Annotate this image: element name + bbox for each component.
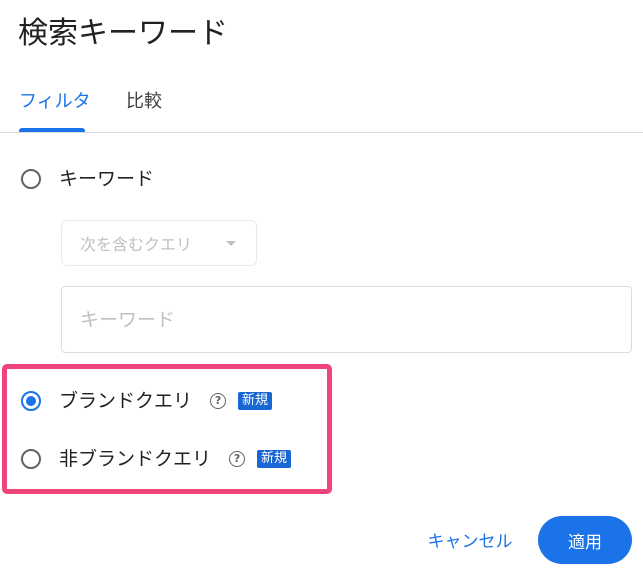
help-circle-icon[interactable]: ? <box>210 393 227 409</box>
brand-query-radio[interactable] <box>21 391 41 411</box>
tab-compare[interactable]: 比較 <box>126 90 162 114</box>
keyword-option-label: キーワード <box>59 168 155 190</box>
highlight-annotation <box>2 364 332 494</box>
tab-filter[interactable]: フィルタ <box>19 90 91 114</box>
keyword-input[interactable] <box>61 286 632 353</box>
apply-button[interactable]: 適用 <box>538 516 632 564</box>
active-tab-indicator <box>19 128 85 132</box>
match-type-select[interactable]: 次を含むクエリ <box>61 220 257 266</box>
new-badge: 新規 <box>238 392 273 410</box>
nonbrand-query-radio[interactable] <box>21 449 41 469</box>
keyword-radio[interactable] <box>21 169 41 189</box>
keyword-option[interactable]: キーワード <box>21 167 154 191</box>
nonbrand-query-label: 非ブランドクエリ <box>59 448 212 470</box>
brand-query-option[interactable]: ブランドクエリ ? 新規 <box>21 389 273 413</box>
brand-query-label: ブランドクエリ <box>59 390 193 412</box>
tab-bar: フィルタ 比較 <box>0 80 643 133</box>
dropdown-arrow-icon <box>226 241 236 246</box>
nonbrand-query-option[interactable]: 非ブランドクエリ ? 新規 <box>21 447 292 471</box>
help-circle-icon[interactable]: ? <box>229 451 246 467</box>
dialog-title: 検索キーワード <box>18 16 228 51</box>
cancel-button[interactable]: キャンセル <box>414 516 526 562</box>
new-badge: 新規 <box>257 450 292 468</box>
match-type-value: 次を含むクエリ <box>80 235 193 254</box>
